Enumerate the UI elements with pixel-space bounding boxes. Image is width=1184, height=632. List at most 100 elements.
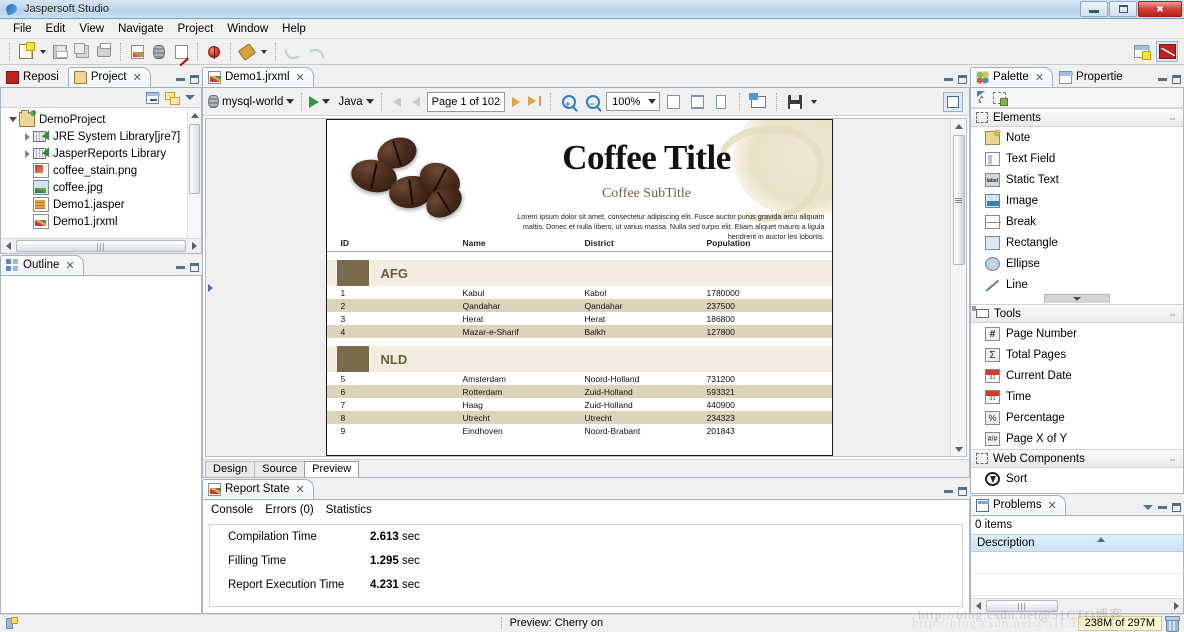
maximize-button[interactable] [1109, 1, 1137, 17]
undo-button[interactable] [281, 41, 303, 63]
scroll-up-button[interactable] [188, 108, 202, 122]
twisty-right-icon[interactable] [21, 133, 33, 141]
chevron-down-icon[interactable] [286, 99, 294, 104]
palette-item-static-text[interactable]: label Static Text [971, 169, 1183, 190]
view-menu-icon[interactable] [1143, 505, 1153, 510]
tab-outline[interactable]: Outline ✕ [0, 255, 84, 275]
zoom-in-button[interactable]: + [558, 91, 580, 113]
maximize-view-icon[interactable] [190, 263, 199, 272]
scroll-thumb[interactable] [189, 124, 200, 194]
tree-item-jre-system-library[interactable]: JRE System Library [jre7] [1, 128, 201, 145]
tab-demo1-jrxml[interactable]: Demo1.jrxml ✕ [202, 67, 314, 87]
collapse-all-icon[interactable] [146, 92, 159, 104]
maximize-view-icon[interactable] [1172, 503, 1181, 512]
scroll-left-button[interactable] [1, 240, 15, 253]
close-icon[interactable]: ✕ [65, 259, 74, 272]
cursor-arrow-icon[interactable] [977, 91, 987, 104]
problems-column-header[interactable]: Description [971, 534, 1183, 552]
subtab-statistics[interactable]: Statistics [326, 504, 372, 516]
data-adapter-selector[interactable]: mysql-world [208, 95, 294, 108]
save-all-button[interactable] [71, 41, 93, 63]
toggle-preview-button[interactable] [943, 92, 963, 112]
save-dropdown-button[interactable] [808, 91, 820, 113]
run-report-button[interactable] [309, 96, 330, 108]
chevron-down-icon[interactable] [366, 99, 374, 104]
palette-item-ellipse[interactable]: Ellipse [971, 253, 1183, 274]
pin-icon[interactable]: ⇔ [1168, 309, 1177, 319]
scroll-left-button[interactable] [971, 600, 985, 613]
first-page-button[interactable] [389, 93, 406, 110]
link-editor-icon[interactable] [165, 92, 179, 104]
save-button[interactable] [49, 41, 71, 63]
close-button[interactable]: ✖ [1138, 1, 1182, 17]
scroll-thumb[interactable]: ||| [986, 600, 1058, 612]
scroll-down-button[interactable] [952, 442, 966, 456]
chevron-down-icon[interactable] [185, 95, 195, 100]
problems-horizontal-scrollbar[interactable]: ||| [971, 598, 1183, 613]
tab-palette[interactable]: Palette ✕ [970, 67, 1053, 87]
save-report-button[interactable] [784, 91, 806, 113]
twisty-right-icon[interactable] [21, 150, 33, 158]
palette-item-page-number[interactable]: # Page Number [971, 323, 1183, 344]
maximize-view-icon[interactable] [958, 487, 967, 496]
maximize-view-icon[interactable] [958, 75, 967, 84]
palette-item-total-pages[interactable]: Σ Total Pages [971, 344, 1183, 365]
tab-design[interactable]: Design [205, 461, 255, 477]
palette-item-text-field[interactable]: Text Field [971, 148, 1183, 169]
project-tree-horizontal-scrollbar[interactable]: ||| [1, 238, 201, 253]
tree-item-coffee-stain-png[interactable]: coffee_stain.png [1, 162, 201, 179]
close-icon[interactable]: ✕ [1035, 71, 1044, 84]
scroll-thumb[interactable] [953, 135, 965, 265]
open-perspective-button[interactable] [1130, 41, 1152, 62]
palette-item-rectangle[interactable]: Rectangle [971, 232, 1183, 253]
tab-source[interactable]: Source [254, 461, 305, 477]
maximize-view-icon[interactable] [1172, 75, 1181, 84]
memory-indicator[interactable]: 238M of 297M [1078, 616, 1162, 631]
redo-button[interactable] [303, 41, 325, 63]
fit-page-button[interactable] [662, 91, 684, 113]
close-icon[interactable]: ✕ [296, 71, 305, 84]
palette-item-page-x-of-y[interactable]: #/# Page X of Y [971, 428, 1183, 449]
palette-item-time[interactable]: Time [971, 386, 1183, 407]
marquee-select-icon[interactable] [993, 92, 1006, 104]
page-indicator-input[interactable]: Page 1 of 102 [427, 92, 506, 112]
zoom-level-select[interactable]: 100% [606, 92, 660, 111]
menu-view[interactable]: View [72, 21, 111, 37]
palette-item-percentage[interactable]: % Percentage [971, 407, 1183, 428]
palette-scroll-down-button[interactable] [1044, 294, 1110, 303]
chevron-down-icon[interactable] [322, 99, 330, 104]
run-dropdown-button[interactable] [258, 41, 270, 63]
palette-item-sort[interactable]: Sort [971, 468, 1183, 489]
tree-item-demo1-jrxml[interactable]: Demo1.jrxml [1, 213, 201, 230]
menu-window[interactable]: Window [220, 21, 275, 37]
new-jasper-report-button[interactable] [126, 41, 148, 63]
minimize-view-icon[interactable] [1158, 506, 1167, 509]
scroll-right-button[interactable] [187, 240, 201, 253]
next-page-button[interactable] [507, 93, 524, 110]
pin-icon[interactable]: ⇔ [1168, 454, 1177, 464]
menu-edit[interactable]: Edit [39, 21, 73, 37]
new-dropdown-button[interactable] [37, 41, 49, 63]
palette-section-elements[interactable]: Elements ⇔ [971, 108, 1183, 127]
twisty-down-icon[interactable] [7, 117, 19, 122]
close-icon[interactable]: ✕ [133, 71, 142, 84]
preview-vertical-scrollbar[interactable] [950, 119, 966, 456]
close-icon[interactable]: ✕ [1048, 499, 1057, 512]
scroll-up-button[interactable] [952, 119, 966, 133]
menu-help[interactable]: Help [275, 21, 313, 37]
palette-item-break[interactable]: Break [971, 211, 1183, 232]
minimize-view-icon[interactable] [176, 266, 185, 269]
language-selector[interactable]: Java [338, 96, 373, 108]
palette-item-note[interactable]: Note [971, 127, 1183, 148]
export-button[interactable] [747, 91, 769, 113]
jaspersoft-perspective-button[interactable] [1156, 41, 1178, 62]
canvas-restore-handle[interactable] [206, 119, 214, 456]
tab-repository[interactable]: Reposi [0, 67, 68, 87]
report-preview-canvas[interactable]: Coffee Title Coffee SubTitle Lorem ipsum… [205, 118, 967, 457]
project-tree-vertical-scrollbar[interactable] [187, 108, 201, 253]
debug-button[interactable] [203, 41, 225, 63]
new-data-adapter-button[interactable] [148, 41, 170, 63]
menu-file[interactable]: File [6, 21, 39, 37]
new-style-button[interactable] [170, 41, 192, 63]
subtab-errors[interactable]: Errors (0) [265, 504, 314, 516]
